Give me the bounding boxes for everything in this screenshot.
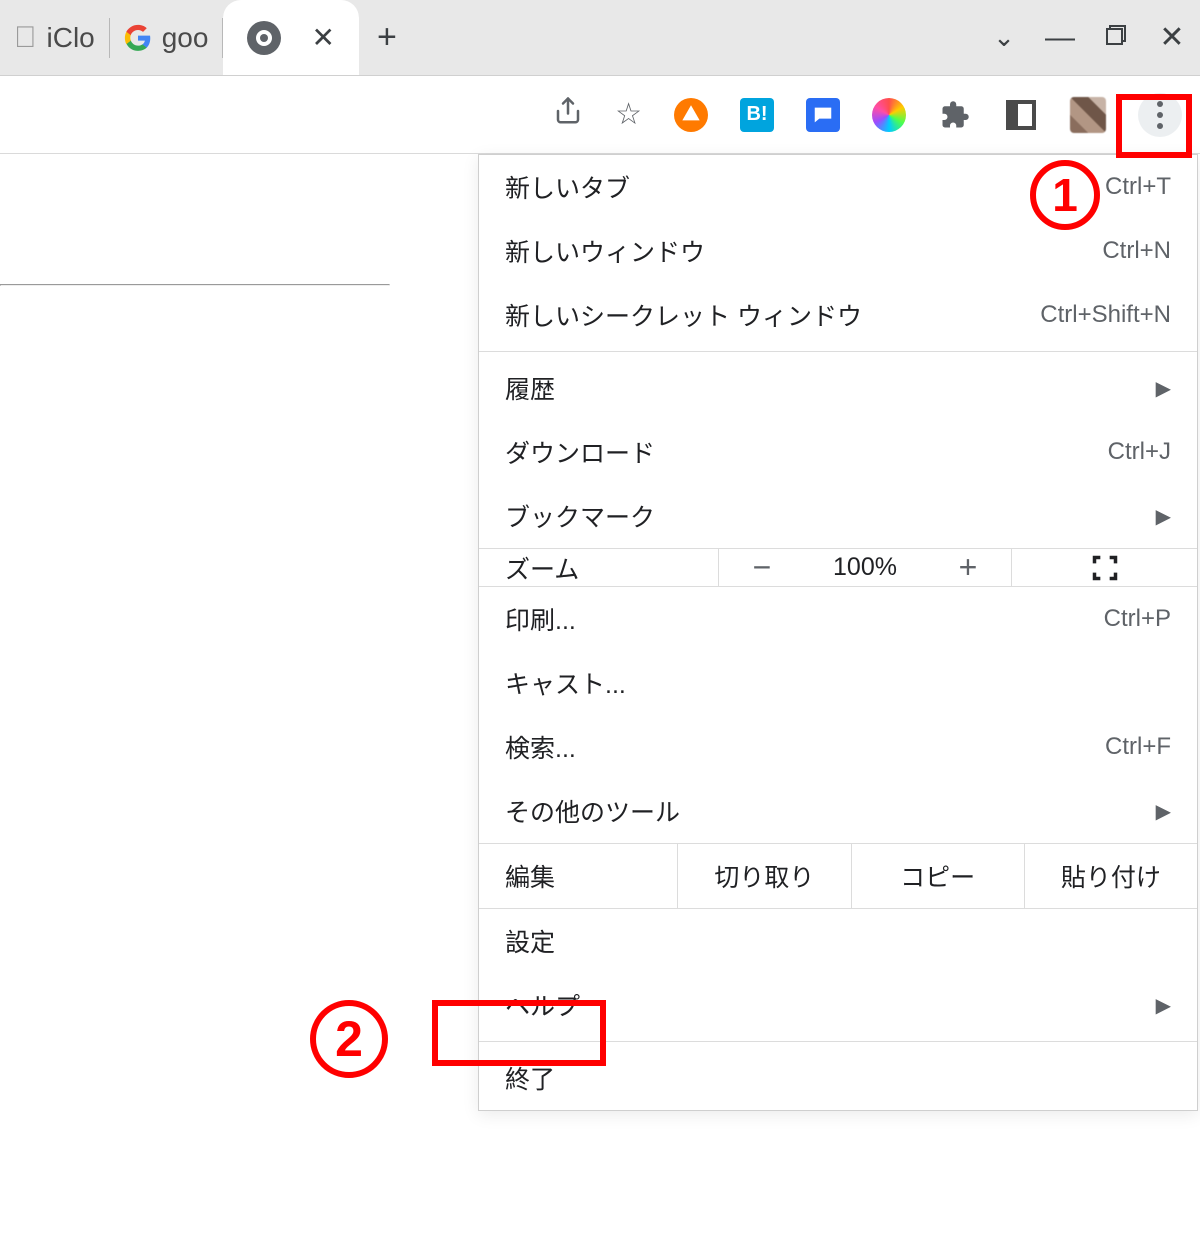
menu-bookmarks[interactable]: ブックマーク ▶ bbox=[479, 484, 1197, 548]
menu-label: 新しいシークレット ウィンドウ bbox=[505, 297, 1040, 333]
menu-label: 検索... bbox=[505, 729, 1105, 765]
menu-label: キャスト... bbox=[505, 665, 1171, 701]
tab-label: goo bbox=[162, 22, 209, 54]
menu-help[interactable]: ヘルプ ▶ bbox=[479, 973, 1197, 1037]
menu-accelerator: Ctrl+Shift+N bbox=[1040, 301, 1171, 329]
zoom-in-button[interactable]: + bbox=[925, 549, 1011, 586]
new-tab-button[interactable]: + bbox=[359, 0, 415, 75]
chrome-icon bbox=[247, 21, 281, 55]
menu-find[interactable]: 検索... Ctrl+F bbox=[479, 715, 1197, 779]
submenu-arrow-icon: ▶ bbox=[1156, 376, 1171, 401]
menu-label: その他のツール bbox=[505, 793, 1156, 829]
extension-colorwheel-icon[interactable] bbox=[872, 98, 906, 132]
zoom-label: ズーム bbox=[479, 549, 719, 586]
window-minimize-button[interactable]: — bbox=[1032, 0, 1088, 75]
side-panel-icon[interactable] bbox=[1004, 98, 1038, 132]
submenu-arrow-icon: ▶ bbox=[1156, 993, 1171, 1018]
menu-accelerator: Ctrl+N bbox=[1102, 237, 1171, 265]
menu-accelerator: Ctrl+T bbox=[1105, 173, 1171, 201]
edit-label: 編集 bbox=[479, 844, 678, 908]
maximize-icon bbox=[1104, 22, 1128, 54]
chrome-main-menu: 新しいタブ Ctrl+T 新しいウィンドウ Ctrl+N 新しいシークレット ウ… bbox=[478, 154, 1198, 1111]
close-icon: ✕ bbox=[1159, 20, 1184, 55]
browser-toolbar: ☆ B! bbox=[0, 76, 1200, 154]
extension-hatena-icon[interactable]: B! bbox=[740, 98, 774, 132]
tab-google[interactable]: goo bbox=[110, 0, 223, 75]
chevron-down-icon: ⌄ bbox=[993, 22, 1015, 53]
menu-accelerator: Ctrl+J bbox=[1108, 438, 1171, 466]
menu-label: ダウンロード bbox=[505, 434, 1108, 470]
extension-chat-icon[interactable] bbox=[806, 98, 840, 132]
fullscreen-button[interactable] bbox=[1011, 549, 1197, 586]
submenu-arrow-icon: ▶ bbox=[1156, 504, 1171, 529]
apple-icon:  bbox=[14, 21, 37, 55]
zoom-value: 100% bbox=[805, 549, 925, 586]
edit-copy-button[interactable]: コピー bbox=[852, 844, 1025, 908]
profile-avatar[interactable] bbox=[1070, 97, 1106, 133]
menu-print[interactable]: 印刷... Ctrl+P bbox=[479, 587, 1197, 651]
menu-history[interactable]: 履歴 ▶ bbox=[479, 356, 1197, 420]
menu-new-incognito[interactable]: 新しいシークレット ウィンドウ Ctrl+Shift+N bbox=[479, 283, 1197, 347]
window-maximize-button[interactable] bbox=[1088, 0, 1144, 75]
plus-icon: + bbox=[377, 18, 397, 57]
menu-new-window[interactable]: 新しいウィンドウ Ctrl+N bbox=[479, 219, 1197, 283]
menu-accelerator: Ctrl+P bbox=[1104, 605, 1171, 633]
chrome-menu-button[interactable] bbox=[1138, 93, 1182, 137]
menu-exit[interactable]: 終了 bbox=[479, 1046, 1197, 1110]
share-icon[interactable] bbox=[553, 96, 583, 134]
menu-label: 設定 bbox=[505, 923, 1171, 959]
menu-label: 新しいタブ bbox=[505, 169, 1105, 205]
tab-label: iClo bbox=[47, 22, 95, 54]
menu-settings[interactable]: 設定 bbox=[479, 909, 1197, 973]
menu-label: 新しいウィンドウ bbox=[505, 233, 1102, 269]
tab-strip:  iClo goo ✕ + ⌄ — bbox=[0, 0, 1200, 76]
menu-new-tab[interactable]: 新しいタブ Ctrl+T bbox=[479, 155, 1197, 219]
extension-avast-icon[interactable] bbox=[674, 98, 708, 132]
tab-icloud[interactable]:  iClo bbox=[0, 0, 109, 75]
window-close-button[interactable]: ✕ bbox=[1144, 0, 1200, 75]
menu-label: ブックマーク bbox=[505, 498, 1156, 534]
tab-search-button[interactable]: ⌄ bbox=[976, 0, 1032, 75]
menu-downloads[interactable]: ダウンロード Ctrl+J bbox=[479, 420, 1197, 484]
menu-separator bbox=[479, 1041, 1197, 1042]
menu-edit-row: 編集 切り取り コピー 貼り付け bbox=[479, 843, 1197, 909]
menu-zoom-row: ズーム − 100% + bbox=[479, 548, 1197, 587]
menu-more-tools[interactable]: その他のツール ▶ bbox=[479, 779, 1197, 843]
annotation-number-2: 2 bbox=[310, 1000, 388, 1078]
menu-cast[interactable]: キャスト... bbox=[479, 651, 1197, 715]
minimize-icon: — bbox=[1045, 21, 1075, 55]
edit-cut-button[interactable]: 切り取り bbox=[678, 844, 851, 908]
menu-label: 終了 bbox=[505, 1060, 1171, 1096]
menu-separator bbox=[479, 351, 1197, 352]
menu-label: ヘルプ bbox=[505, 987, 1156, 1023]
submenu-arrow-icon: ▶ bbox=[1156, 799, 1171, 824]
extensions-puzzle-icon[interactable] bbox=[938, 98, 972, 132]
menu-label: 印刷... bbox=[505, 601, 1104, 637]
menu-accelerator: Ctrl+F bbox=[1105, 733, 1171, 761]
menu-label: 履歴 bbox=[505, 370, 1156, 406]
close-tab-icon[interactable]: ✕ bbox=[311, 21, 334, 54]
zoom-out-button[interactable]: − bbox=[719, 549, 805, 586]
content-divider bbox=[0, 284, 390, 286]
google-icon bbox=[124, 24, 152, 52]
tab-new-tab-page[interactable]: ✕ bbox=[223, 0, 358, 76]
edit-paste-button[interactable]: 貼り付け bbox=[1025, 844, 1197, 908]
bookmark-star-icon[interactable]: ☆ bbox=[615, 97, 642, 132]
